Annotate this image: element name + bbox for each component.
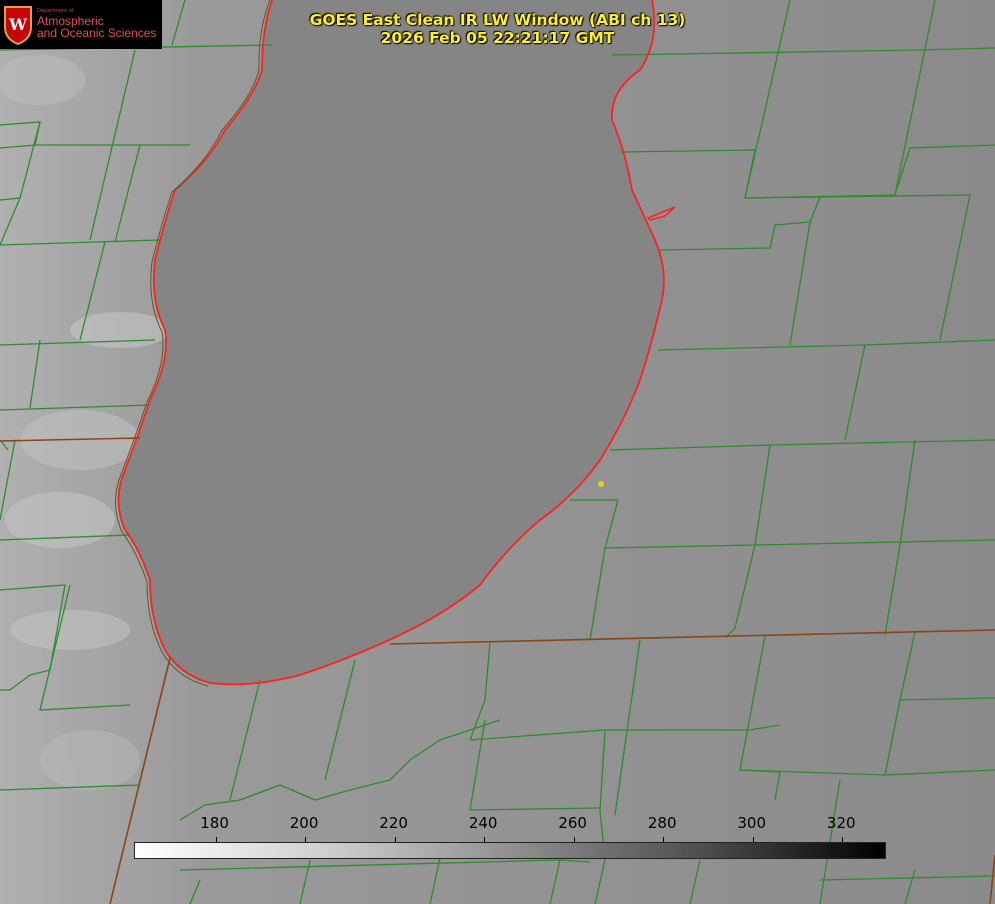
colorbar-tick-label: 220 [379,814,408,832]
colorbar-tick [484,837,486,843]
colorbar-tick-label: 300 [737,814,767,832]
ir-satellite-map [0,0,995,904]
temperature-colorbar [134,837,886,859]
colorbar-tick [663,837,665,843]
image-timestamp: 2026 Feb 05 22:21:17 GMT [380,29,615,47]
colorbar-tick-label: 280 [647,814,677,832]
colorbar-tick-label: 180 [200,814,229,832]
colorbar-tick [842,837,844,843]
colorbar-tick [215,837,217,843]
colorbar-tick-label: 200 [289,814,319,832]
colorbar-tick [394,837,396,843]
colorbar-tick [752,837,754,843]
colorbar-tick-label: 320 [826,814,856,832]
satellite-image-viewer: W Department of Atmospheric and Oceanic … [0,0,995,904]
colorbar-tick [305,837,307,843]
colorbar-tick-label: 260 [558,814,587,832]
colorbar-tick [573,837,575,843]
image-title: GOES East Clean IR LW Window (ABI ch 13) [309,11,686,29]
location-marker [598,481,604,487]
colorbar-tick-label: 240 [468,814,498,832]
